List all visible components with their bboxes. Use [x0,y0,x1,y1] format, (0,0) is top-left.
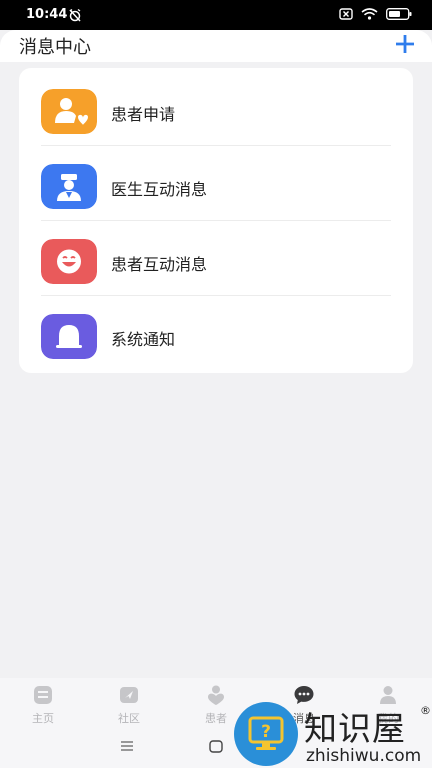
message-label-patient-apply: 患者申请 [111,105,176,124]
home-icon [34,686,52,704]
patient-heart-icon [208,685,224,705]
plus-icon[interactable] [392,30,418,58]
smile-face-icon [41,239,97,284]
bell-icon [41,314,97,359]
message-label-system: 系统通知 [111,330,176,349]
page-title: 消息中心 [19,37,91,58]
message-item-patient-interact[interactable]: 患者互动消息 [19,221,413,296]
tab-label-home: 主页 [32,712,54,725]
wifi-icon [361,8,378,20]
watermark-registered: ® [420,704,431,717]
message-list: 患者申请 医生互动消息 患者互动消息 系统通知 [19,68,413,373]
menu-icon[interactable] [120,740,134,752]
status-bar: 10:44 [0,0,432,30]
message-item-patient-apply[interactable]: 患者申请 [19,71,413,146]
message-label-doctor: 医生互动消息 [111,180,208,199]
svg-text:?: ? [261,722,271,742]
home-square-icon[interactable] [209,740,223,753]
message-item-system[interactable]: 系统通知 [19,296,413,371]
help-monitor-icon: ? [234,702,298,766]
tab-community[interactable]: 社区 [99,682,159,726]
sim-x-icon [339,8,353,20]
app-header: 消息中心 [0,30,432,62]
community-icon [120,687,138,703]
message-item-doctor[interactable]: 医生互动消息 [19,146,413,221]
watermark-url: zhishiwu.com [306,746,422,766]
battery-icon [386,8,412,20]
alarm-off-icon [69,8,81,22]
tab-home[interactable]: 主页 [13,682,73,726]
tab-label-community: 社区 [118,712,140,725]
watermark-title: 知识屋 [304,709,406,748]
patient-apply-icon [41,89,97,134]
status-time: 10:44 [26,7,68,22]
watermark: ? 知识屋 ® zhishiwu.com [234,700,432,768]
status-right-icons [339,8,412,20]
message-label-patient-interact: 患者互动消息 [111,255,208,274]
doctor-icon [41,164,97,209]
